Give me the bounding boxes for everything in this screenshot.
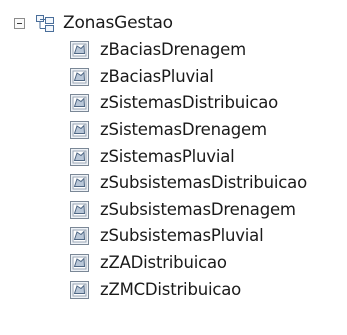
tree-item-label: zSubsistemasDrenagem	[100, 199, 296, 219]
tree-node-label: ZonasGestao	[63, 13, 173, 33]
tree-item-label: zSubsistemasPluvial	[100, 226, 264, 246]
collapse-icon[interactable]	[14, 17, 25, 29]
tree-item-zsubsistemaspluvial[interactable]: zSubsistemasPluvial	[70, 223, 307, 250]
tree-item-zzmcdistribuicao[interactable]: zZMCDistribuicao	[70, 276, 307, 303]
tree-item-zbaciasdrenagem[interactable]: zBaciasDrenagem	[70, 37, 307, 64]
tree-item-zsistemasdrenagem[interactable]: zSistemasDrenagem	[70, 117, 307, 144]
tree-item-label: zSistemasDistribuicao	[100, 93, 279, 113]
polygon-feature-class-icon	[70, 67, 89, 86]
polygon-feature-class-icon	[70, 227, 89, 246]
tree-item-zsistemasdistribuicao[interactable]: zSistemasDistribuicao	[70, 90, 307, 117]
polygon-feature-class-icon	[70, 254, 89, 273]
tree-item-zzadistribuicao[interactable]: zZADistribuicao	[70, 250, 307, 277]
tree-item-label: zSistemasPluvial	[100, 146, 235, 166]
polygon-feature-class-icon	[70, 174, 89, 193]
tree-item-zbaciaspluvial[interactable]: zBaciasPluvial	[70, 64, 307, 91]
polygon-feature-class-icon	[70, 280, 89, 299]
tree-children: zBaciasDrenagem zBaciasPluvial zSistemas…	[70, 37, 307, 303]
tree-item-label: zZADistribuicao	[100, 253, 227, 273]
polygon-feature-class-icon	[70, 121, 89, 140]
tree-item-label: zSubsistemasDistribuicao	[100, 173, 307, 193]
polygon-feature-class-icon	[70, 200, 89, 219]
polygon-feature-class-icon	[70, 94, 89, 113]
tree-item-zsubsistemasdistribuicao[interactable]: zSubsistemasDistribuicao	[70, 170, 307, 197]
tree-item-label: zSistemasDrenagem	[100, 120, 267, 140]
tree-item-label: zBaciasPluvial	[100, 66, 214, 86]
tree-item-zsubsistemasdrenagem[interactable]: zSubsistemasDrenagem	[70, 197, 307, 224]
polygon-feature-class-icon	[70, 41, 89, 60]
tree-item-label: zZMCDistribuicao	[100, 279, 242, 299]
tree-node-zonasgestao[interactable]: ZonasGestao	[14, 10, 173, 36]
tree-item-label: zBaciasDrenagem	[100, 40, 246, 60]
tree-item-zsistemaspluvial[interactable]: zSistemasPluvial	[70, 143, 307, 170]
polygon-feature-class-icon	[70, 147, 89, 166]
catalog-tree: ZonasGestao zBaciasDrenagem zBaciasPluvi…	[0, 0, 347, 335]
feature-dataset-icon	[36, 14, 56, 32]
